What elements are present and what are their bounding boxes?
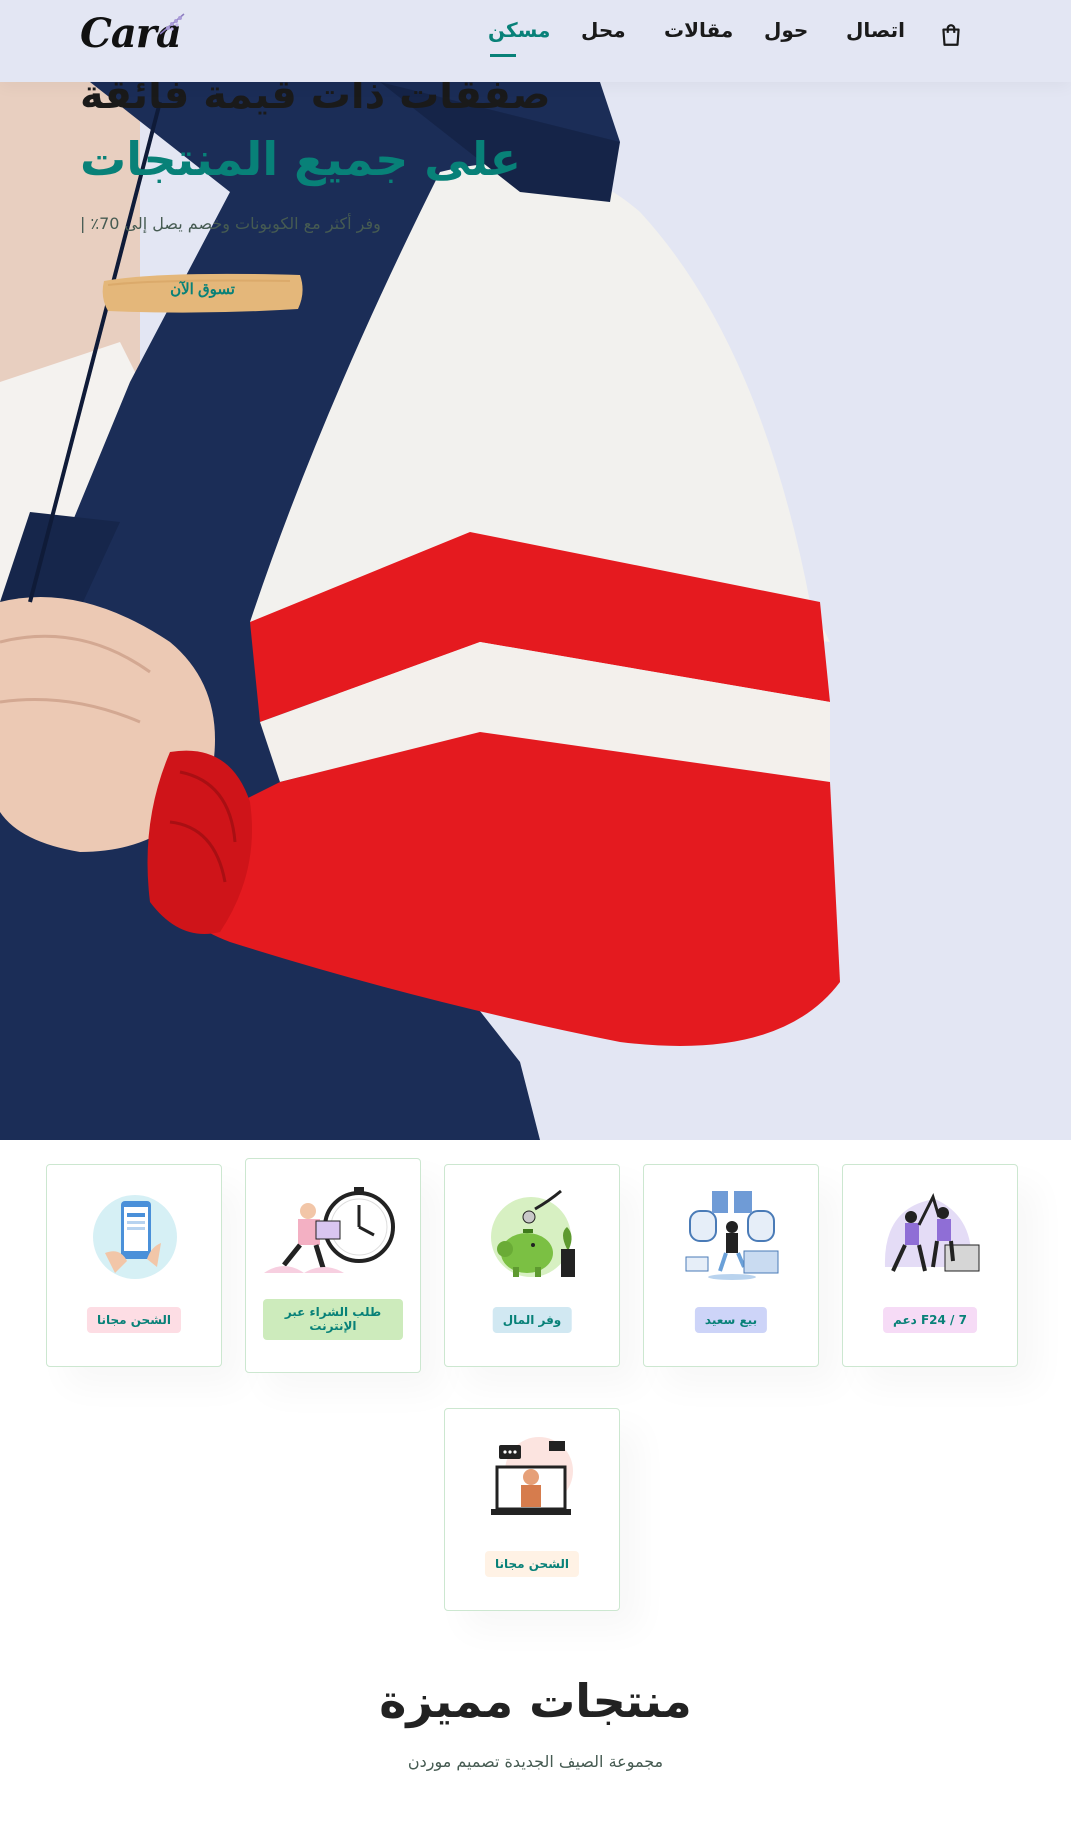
mobile-payment-icon — [93, 1195, 177, 1279]
hero-jacket-image — [0, 82, 840, 1140]
nav-item-about[interactable]: حول — [764, 18, 808, 42]
nav-item-contact[interactable]: اتصال — [846, 18, 905, 42]
site-header: Cara مسكن محل مقالات حول اتصال — [0, 0, 1071, 82]
lavender-sprig-icon — [159, 13, 185, 35]
hero-heading-products: على جميع المنتجات — [80, 132, 522, 186]
online-order-icon — [264, 1187, 395, 1273]
feature-label: الشحن مجانا — [86, 1307, 182, 1334]
shopping-bag-icon[interactable] — [938, 22, 964, 48]
piggy-bank-icon — [491, 1189, 575, 1277]
nav-item-home[interactable]: مسكن — [488, 18, 550, 42]
feature-label: بيع سعيد — [694, 1307, 768, 1334]
hero-heading-deals: صفقات ذات قيمة فائقة — [80, 82, 551, 118]
laptop-support-icon — [491, 1437, 573, 1515]
featured-products-title: منتجات مميزة — [379, 1674, 692, 1728]
hero-subtitle: وفر أكثر مع الكوبونات وخصم يصل إلى 70٪ | — [80, 214, 381, 233]
active-nav-underline — [490, 54, 516, 57]
feature-card-free-shipping-2[interactable]: الشحن مجانا — [444, 1408, 620, 1611]
feature-card-online-order[interactable]: طلب الشراء عبر الإنترنت — [245, 1158, 421, 1373]
feature-label: طلب الشراء عبر الإنترنت — [263, 1299, 403, 1340]
feature-card-save-money[interactable]: وفر المال — [444, 1164, 620, 1367]
feature-label: الشحن مجانا — [484, 1551, 580, 1578]
shop-now-button[interactable]: تسوق الآن — [100, 267, 305, 317]
hero-section: صفقات ذات قيمة فائقة على جميع المنتجات و… — [0, 82, 1071, 1140]
feature-label: F24 / 7 دعم — [883, 1307, 977, 1334]
featured-products-subtitle: مجموعة الصيف الجديدة تصميم موردن — [407, 1752, 664, 1771]
feature-card-happy-sale[interactable]: بيع سعيد — [643, 1164, 819, 1367]
nav-item-shop[interactable]: محل — [581, 18, 626, 42]
feature-label: وفر المال — [492, 1307, 572, 1334]
shop-now-label: تسوق الآن — [170, 281, 235, 298]
feature-card-support[interactable]: F24 / 7 دعم — [842, 1164, 1018, 1367]
feature-card-free-shipping[interactable]: الشحن مجانا — [46, 1164, 222, 1367]
nav-item-blog[interactable]: مقالات — [664, 18, 733, 42]
happy-sale-icon — [685, 1191, 779, 1280]
support-icon — [884, 1192, 980, 1272]
